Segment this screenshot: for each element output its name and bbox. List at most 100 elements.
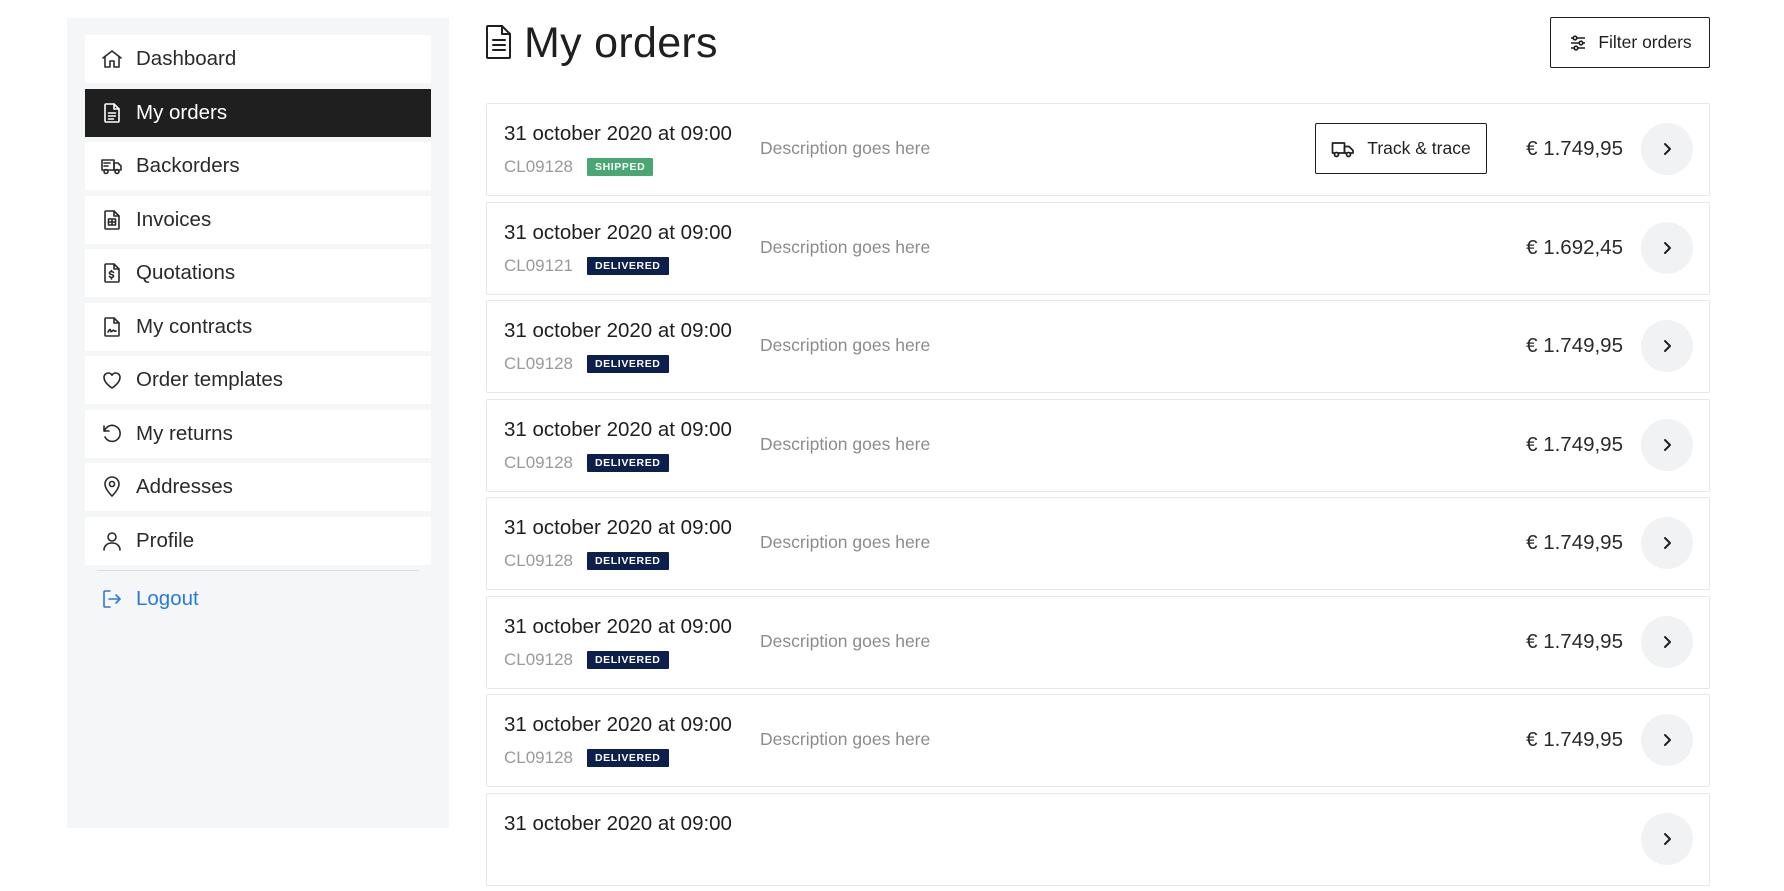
order-id: CL09128: [504, 354, 574, 373]
status-badge: DELIVERED: [587, 749, 669, 767]
invoice-icon: [98, 206, 126, 234]
logout-icon: [98, 585, 126, 613]
status-badge: DELIVERED: [587, 552, 669, 570]
sidebar-item-label: Dashboard: [136, 47, 237, 70]
order-row[interactable]: 31 october 2020 at 09:00 CL09128 DELIVERED…: [486, 595, 1710, 689]
sidebar-item-addresses[interactable]: Addresses: [85, 463, 431, 511]
order-description: Description goes here: [760, 138, 931, 158]
order-price: € 1.692,45: [1526, 235, 1623, 259]
logout-link[interactable]: Logout: [85, 571, 431, 627]
order-id: CL09128: [504, 452, 574, 472]
status-badge: DELIVERED: [587, 355, 669, 373]
order-row[interactable]: 31 october 2020 at 09:00 CL09128 DELIVERED…: [486, 497, 1710, 590]
order-date: 31 october 2020 at 09:00: [504, 614, 732, 638]
orders-list: 31 october 2020 at 09:00 CL09128 SHIPPED De…: [486, 103, 1710, 891]
heart-icon: [98, 366, 126, 394]
order-date: 31 october 2020 at 09:00: [504, 811, 732, 835]
order-description: Description goes here: [760, 335, 931, 355]
order-date: 31 october 2020 at 09:00: [504, 417, 732, 441]
sidebar-item-label: Profile: [136, 528, 195, 552]
sidebar-item-quotations[interactable]: Quotations: [85, 249, 431, 297]
user-icon: [98, 527, 126, 555]
sidebar-item-label: Backorders: [136, 154, 240, 177]
sidebar-item-label: My contracts: [136, 314, 253, 338]
page-title: My orders: [524, 19, 718, 67]
truck-icon: [98, 152, 126, 180]
order-details-button[interactable]: [1641, 320, 1693, 372]
order-date: 31 october 2020 at 09:00: [504, 122, 732, 145]
sidebar-item-label: Order templates: [136, 368, 283, 391]
chevron-right-icon: [1664, 537, 1671, 549]
order-row[interactable]: 31 october 2020 at 09:00 CL09121 DELIVERED…: [486, 201, 1710, 295]
sidebar-item-label: Addresses: [136, 475, 233, 498]
order-row[interactable]: 31 october 2020 at 09:00 CL09128 SHIPPED De…: [486, 103, 1710, 196]
order-id: CL09121: [504, 255, 574, 275]
track-trace-label: Track & trace: [1367, 138, 1471, 158]
order-description: Description goes here: [760, 630, 931, 651]
order-details-button[interactable]: [1641, 123, 1693, 175]
sidebar-item-label: Quotations: [136, 261, 236, 284]
sidebar-item-my-contracts[interactable]: My contracts: [85, 302, 431, 351]
chevron-right-icon: [1664, 438, 1671, 451]
sidebar-item-dashboard[interactable]: Dashboard: [85, 35, 431, 83]
status-badge: DELIVERED: [587, 256, 669, 275]
order-price: € 1.749,95: [1526, 334, 1623, 357]
document-icon: [98, 99, 126, 127]
sidebar-item-my-orders[interactable]: My orders: [85, 88, 431, 137]
filter-orders-label: Filter orders: [1598, 32, 1692, 52]
sidebar-item-order-templates[interactable]: Order templates: [85, 356, 431, 404]
page-header: My orders Filter orders: [484, 14, 1710, 74]
chevron-right-icon: [1664, 734, 1671, 746]
order-row[interactable]: 31 october 2020 at 09:00 CL09128 DELIVERED…: [486, 300, 1710, 393]
sidebar-item-my-returns[interactable]: My returns: [85, 409, 431, 458]
sidebar: Dashboard My orders Backorders Invoices Quot…: [67, 18, 449, 828]
order-date: 31 october 2020 at 09:00: [504, 319, 732, 342]
status-badge: DELIVERED: [587, 453, 669, 472]
sidebar-item-label: My returns: [136, 421, 233, 445]
order-details-button[interactable]: [1641, 221, 1693, 274]
order-id: CL09128: [504, 157, 574, 176]
order-price: € 1.749,95: [1526, 137, 1623, 160]
sidebar-nav: Dashboard My orders Backorders Invoices Quot…: [85, 35, 431, 565]
sidebar-item-label: Invoices: [136, 207, 212, 231]
order-id: CL09128: [504, 551, 574, 570]
filter-icon: [1571, 34, 1586, 51]
contract-icon: [98, 313, 126, 341]
chevron-right-icon: [1664, 832, 1671, 845]
order-row[interactable]: 31 october 2020 at 09:00: [486, 792, 1710, 886]
order-row[interactable]: 31 october 2020 at 09:00 CL09128 DELIVERED…: [486, 694, 1710, 787]
order-description: Description goes here: [760, 532, 931, 552]
chevron-right-icon: [1664, 340, 1671, 352]
order-id: CL09128: [504, 649, 574, 669]
order-description: Description goes here: [760, 729, 931, 749]
chevron-right-icon: [1664, 143, 1671, 155]
order-date: 31 october 2020 at 09:00: [504, 220, 732, 244]
order-row[interactable]: 31 october 2020 at 09:00 CL09128 DELIVERED…: [486, 398, 1710, 492]
order-price: € 1.749,95: [1526, 432, 1623, 456]
order-price: € 1.749,95: [1526, 728, 1623, 751]
location-pin-icon: [98, 473, 126, 501]
status-badge: DELIVERED: [587, 650, 669, 669]
track-trace-button[interactable]: Track & trace: [1315, 123, 1487, 174]
document-icon: [484, 24, 516, 60]
order-description: Description goes here: [760, 236, 931, 257]
filter-orders-button[interactable]: Filter orders: [1550, 17, 1710, 68]
order-details-button[interactable]: [1641, 615, 1693, 668]
return-icon: [98, 420, 126, 448]
logout-label: Logout: [136, 587, 199, 610]
sidebar-item-invoices[interactable]: Invoices: [85, 195, 431, 244]
order-date: 31 october 2020 at 09:00: [504, 516, 732, 539]
sidebar-item-label: My orders: [136, 100, 228, 124]
truck-icon: [1331, 141, 1355, 157]
home-icon: [98, 45, 126, 73]
sidebar-item-profile[interactable]: Profile: [85, 516, 431, 565]
order-date: 31 october 2020 at 09:00: [504, 713, 732, 736]
order-details-button[interactable]: [1641, 418, 1693, 471]
sidebar-item-backorders[interactable]: Backorders: [85, 142, 431, 190]
quotation-icon: [98, 259, 126, 287]
order-details-button[interactable]: [1641, 517, 1693, 569]
order-description: Description goes here: [760, 433, 931, 454]
order-details-button[interactable]: [1641, 714, 1693, 766]
order-details-button[interactable]: [1641, 812, 1693, 865]
order-id: CL09128: [504, 748, 574, 767]
